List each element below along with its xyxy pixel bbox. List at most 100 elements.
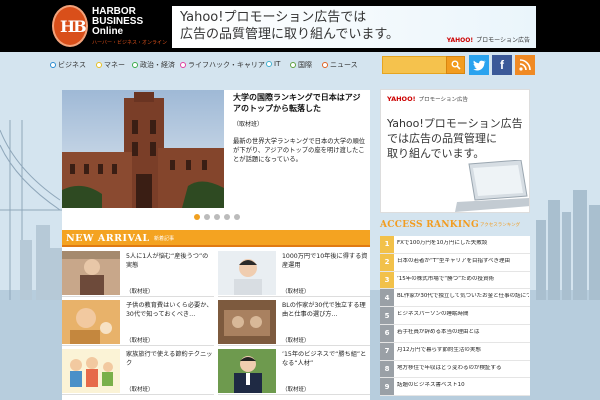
rss-button[interactable] [515,55,535,75]
article-author: （取材班） [126,387,154,393]
article-thumbnail [62,300,120,344]
article-card[interactable]: 1000万円で10年後に得する資産運用 （取材班） [218,249,370,297]
bullet-icon [50,62,56,68]
ad-line: Yahoo!プロモーション広告 [387,117,523,130]
article-title[interactable]: BLの作家が30代で独立する理由と仕事の選び方… [282,301,370,319]
slider-dot[interactable] [194,214,200,220]
yahoo-ad-logo: YAHOO! プロモーション広告 [446,37,530,44]
ranking-item[interactable]: 1 FXで100万円を10万円にした失敗談 [380,236,530,254]
ad-line: 取り組んでいます。 [387,147,485,160]
banner-ad-line: Yahoo!プロモーション広告では [180,10,367,25]
article-author: （取材班） [282,338,310,344]
rank-number: 4 [380,289,394,307]
rank-title[interactable]: BL作家が30代で独立して気づいたお金と仕事の話について [397,293,529,300]
access-ranking-title: ACCESS RANKING [380,220,479,230]
nav-item-international[interactable]: 国際 [290,60,312,70]
nav-item-business[interactable]: ビジネス [50,60,86,70]
rank-title[interactable]: 日本の若者が“T”型キャリアを目指すべき理由 [397,258,529,265]
nav-item-it[interactable]: IT [266,60,280,68]
twitter-button[interactable] [469,55,489,75]
header-banner-ad[interactable]: Yahoo!プロモーション広告では 広告の品質管理に取り組んでいます。 YAHO… [172,6,536,48]
rank-title[interactable]: 月12万円で暮らす節約生活の実態 [397,347,529,354]
yahoo-ad-logo: YAHOO! プロモーション広告 [387,95,468,103]
bullet-icon [132,62,138,68]
slider-dot[interactable] [204,214,210,220]
article-card[interactable]: ’15年のビジネスで“勝ち組”となる“人材” （取材班） [218,347,370,395]
rank-title[interactable]: 地方移住で年収はどう変わるのか検証する [397,365,529,372]
banner-ad-line: 広告の品質管理に取り組んでいます。 [180,27,400,42]
facebook-button[interactable]: f [492,55,512,75]
article-title[interactable]: 1000万円で10年後に得する資産運用 [282,252,370,270]
rank-number: 7 [380,342,394,360]
ranking-item[interactable]: 5 ビジネスパーソンの睡眠時間 [380,307,530,325]
bullet-icon [266,61,272,67]
article-thumbnail [62,349,120,393]
article-author: （取材班） [282,289,310,295]
rank-number: 8 [380,360,394,378]
rank-number: 5 [380,307,394,324]
nav-item-money[interactable]: マネー [96,60,125,70]
article-title[interactable]: ’15年のビジネスで“勝ち組”となる“人材” [282,350,370,368]
bullet-icon [180,62,186,68]
search-icon [451,60,461,70]
rank-number: 9 [380,378,394,396]
rank-title[interactable]: 話題のビジネス書ベスト10 [397,382,529,389]
banner-ad-text: Yahoo!プロモーション広告では 広告の品質管理に取り組んでいます。 [180,9,399,43]
ranking-item[interactable]: 7 月12万円で暮らす節約生活の実態 [380,342,530,361]
article-title[interactable]: 家族旅行で使える節約テクニック [126,350,214,368]
site-logo[interactable]: HB [52,5,88,47]
feature-description: 最新の世界大学ランキングで日本の大学の順位が下がり、アジアのトップの座を明け渡し… [233,138,366,163]
article-author: （取材班） [282,387,310,393]
nav-item-news[interactable]: ニュース [322,60,358,70]
rank-title[interactable]: ビジネスパーソンの睡眠時間 [397,311,529,318]
search-button[interactable] [446,56,465,74]
feature-author: （取材班） [233,121,264,128]
logo-wordmark[interactable]: HARBOR BUSINESS Online [92,7,143,37]
slider-dot[interactable] [214,214,220,220]
sidebar-ad-text: Yahoo!プロモーション広告 では広告の品質管理に 取り組んでいます。 [387,116,523,161]
rank-number: 3 [380,271,394,289]
feature-image[interactable] [62,90,224,208]
article-card[interactable]: 子供の教育費はいくら必要か、30代で知っておくべき… （取材班） [62,298,214,346]
new-arrival-header: NEW ARRIVAL 新着記事 [62,230,370,247]
logo-kana: ハーバー・ビジネス・オンライン [92,40,167,46]
article-thumbnail [218,300,276,344]
logo-monogram: HB [60,17,87,36]
article-title[interactable]: 子供の教育費はいくら必要か、30代で知っておくべき… [126,301,214,319]
slider-dot[interactable] [224,214,230,220]
article-card[interactable]: 家族旅行で使える節約テクニック （取材班） [62,347,214,395]
access-ranking-header: ACCESS RANKING アクセスランキング [380,218,530,234]
access-ranking-subtitle: アクセスランキング [480,223,521,228]
article-thumbnail [62,251,120,295]
new-arrival-title: NEW ARRIVAL [66,233,150,244]
main-content: 大学の国際ランキングで日本はアジアのトップから転落した （取材班） 最新の世界大… [62,90,370,400]
ranking-item[interactable]: 3’15年の株式市場で“勝つ”ための投資術 [380,271,530,290]
feature-article[interactable]: 大学の国際ランキングで日本はアジアのトップから転落した （取材班） 最新の世界大… [229,90,370,208]
ranking-item[interactable]: 2 日本の若者が“T”型キャリアを目指すべき理由 [380,253,530,272]
slider-pagination [194,214,240,220]
bullet-icon [290,62,296,68]
rank-title[interactable]: ’15年の株式市場で“勝つ”ための投資術 [397,276,529,283]
feature-title[interactable]: 大学の国際ランキングで日本はアジアのトップから転落した [233,92,366,114]
facebook-icon: f [500,58,504,72]
ranking-item[interactable]: 9 話題のビジネス書ベスト10 [380,378,530,397]
article-title[interactable]: 5人に1人が悩む“産後うつ”の実態 [126,252,214,270]
logo-line: Online [92,26,124,37]
new-arrival-subtitle: 新着記事 [154,236,175,242]
ranking-item[interactable]: 4 BL作家が30代で独立して気づいたお金と仕事の話について [380,289,530,308]
article-card[interactable]: BLの作家が30代で独立する理由と仕事の選び方… （取材班） [218,298,370,346]
rank-number: 6 [380,324,394,342]
ranking-item[interactable]: 6 若手社員が辞める本当の理由とは [380,324,530,343]
slider-dot[interactable] [234,214,240,220]
nav-item-lifehack-career[interactable]: ライフハック・キャリア [180,60,265,70]
rank-title[interactable]: FXで100万円を10万円にした失敗談 [397,240,529,247]
access-ranking-list: 1 FXで100万円を10万円にした失敗談 2 日本の若者が“T”型キャリアを目指す… [380,236,530,397]
ranking-item[interactable]: 8 地方移住で年収はどう変わるのか検証する [380,360,530,379]
nav-item-politics-economy[interactable]: 政治・経済 [132,60,175,70]
bullet-icon [322,62,328,68]
article-card[interactable]: 5人に1人が悩む“産後うつ”の実態 （取材班） [62,249,214,297]
sidebar-ad[interactable]: YAHOO! プロモーション広告 Yahoo!プロモーション広告 では広告の品質管… [380,89,530,213]
article-thumbnail [218,251,276,295]
rank-title[interactable]: 若手社員が辞める本当の理由とは [397,329,529,336]
rss-icon [519,59,531,71]
